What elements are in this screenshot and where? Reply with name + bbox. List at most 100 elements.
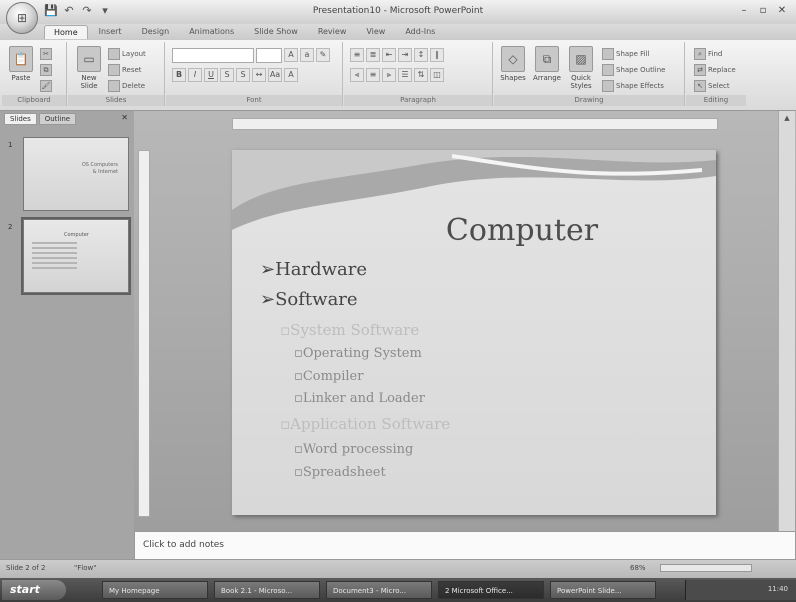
- square-bullet-icon: ▫: [294, 442, 303, 457]
- layout-button[interactable]: Layout: [108, 48, 146, 60]
- tab-view[interactable]: View: [357, 25, 394, 39]
- slide-number: 2: [8, 223, 13, 231]
- drawing-group: ◇ Shapes ⧉ Arrange ▨ Quick Styles Shape …: [494, 42, 685, 106]
- taskbar-item[interactable]: My Homepage: [102, 581, 208, 599]
- zoom-slider[interactable]: [660, 564, 752, 572]
- shape-effects-label: Shape Effects: [616, 82, 664, 90]
- tab-design[interactable]: Design: [133, 25, 179, 39]
- close-button[interactable]: ✕: [774, 4, 790, 18]
- ribbon-tabs: Home Insert Design Animations Slide Show…: [44, 25, 444, 39]
- smartart-icon[interactable]: ◫: [430, 68, 444, 82]
- list-buttons: ≡ ≣ ⇤ ⇥ ↕ ‖: [350, 48, 444, 62]
- font-color-icon[interactable]: A: [284, 68, 298, 82]
- italic-icon[interactable]: I: [188, 68, 202, 82]
- tab-slide-show[interactable]: Slide Show: [245, 25, 307, 39]
- thumbnail-subtitle: & Internet: [92, 169, 118, 175]
- taskbar-item[interactable]: PowerPoint Slide...: [550, 581, 656, 599]
- bullets-icon[interactable]: ≡: [350, 48, 364, 62]
- bullet-text: Hardware: [275, 259, 368, 280]
- select-button[interactable]: ↖ Select: [694, 80, 730, 92]
- strikethrough-icon[interactable]: S: [220, 68, 234, 82]
- maximize-button[interactable]: ▫: [755, 4, 771, 18]
- arrange-button[interactable]: ⧉ Arrange: [532, 46, 562, 82]
- cut-button[interactable]: ✂: [40, 48, 54, 60]
- notes-pane[interactable]: Click to add notes: [134, 531, 796, 561]
- grow-font-icon[interactable]: A: [284, 48, 298, 62]
- quick-styles-button[interactable]: ▨ Quick Styles: [566, 46, 596, 90]
- justify-icon[interactable]: ☰: [398, 68, 412, 82]
- char-spacing-icon[interactable]: ↔: [252, 68, 266, 82]
- clear-format-icon[interactable]: ✎: [316, 48, 330, 62]
- change-case-icon[interactable]: Aa: [268, 68, 282, 82]
- slide-thumbnail-1[interactable]: OS Computers & Internet: [23, 137, 129, 211]
- shape-effects-icon: [602, 80, 614, 92]
- align-right-icon[interactable]: ⫸: [382, 68, 396, 82]
- taskbar-item[interactable]: Book 2.1 - Microso...: [214, 581, 320, 599]
- zoom-level[interactable]: 68%: [630, 564, 646, 572]
- thumbnail-text: OS Computers & Internet: [82, 162, 118, 176]
- delete-icon: [108, 80, 120, 92]
- paste-icon: 📋: [9, 46, 33, 72]
- text-direction-icon[interactable]: ⇅: [414, 68, 428, 82]
- shapes-button[interactable]: ◇ Shapes: [498, 46, 528, 82]
- tab-review[interactable]: Review: [309, 25, 356, 39]
- bullet-linker-loader: ▫Linker and Loader: [294, 391, 425, 406]
- font-size-field[interactable]: [256, 48, 282, 63]
- shapes-label: Shapes: [500, 74, 526, 82]
- square-bullet-icon: ▫: [294, 369, 303, 384]
- close-panel-icon[interactable]: ✕: [121, 113, 128, 122]
- tab-outline[interactable]: Outline: [38, 113, 77, 125]
- shape-outline-icon: [602, 64, 614, 76]
- copy-button[interactable]: ⧉: [40, 64, 54, 76]
- format-painter-button[interactable]: 🖌: [40, 80, 54, 92]
- square-bullet-icon: ▫: [294, 465, 303, 480]
- vertical-scrollbar[interactable]: ▲: [778, 111, 795, 531]
- delete-slide-button[interactable]: Delete: [108, 80, 145, 92]
- underline-icon[interactable]: U: [204, 68, 218, 82]
- bullet-text: Linker and Loader: [302, 391, 425, 406]
- slides-group: ▭ New Slide Layout Reset Delete Slides: [68, 42, 165, 106]
- bullet-compiler: ▫Compiler: [294, 369, 363, 384]
- tab-home[interactable]: Home: [44, 25, 88, 39]
- paste-button[interactable]: 📋 Paste: [6, 46, 36, 82]
- tab-slides[interactable]: Slides: [4, 113, 37, 125]
- shape-fill-icon: [602, 48, 614, 60]
- shrink-font-icon[interactable]: a: [300, 48, 314, 62]
- layout-label: Layout: [122, 50, 146, 58]
- shape-outline-button[interactable]: Shape Outline: [602, 64, 665, 76]
- shape-effects-button[interactable]: Shape Effects: [602, 80, 664, 92]
- numbering-icon[interactable]: ≣: [366, 48, 380, 62]
- taskbar-item[interactable]: Document3 - Micro...: [326, 581, 432, 599]
- font-name-field[interactable]: [172, 48, 254, 63]
- minimize-button[interactable]: –: [736, 4, 752, 18]
- editing-group: ⌕ Find ⇄ Replace ↖ Select Editing: [686, 42, 746, 106]
- start-button[interactable]: start: [2, 580, 66, 600]
- select-label: Select: [708, 82, 730, 90]
- tab-insert[interactable]: Insert: [90, 25, 131, 39]
- increase-indent-icon[interactable]: ⇥: [398, 48, 412, 62]
- tab-add-ins[interactable]: Add-Ins: [396, 25, 444, 39]
- align-left-icon[interactable]: ⫷: [350, 68, 364, 82]
- shape-fill-button[interactable]: Shape Fill: [602, 48, 650, 60]
- find-button[interactable]: ⌕ Find: [694, 48, 722, 60]
- tab-animations[interactable]: Animations: [180, 25, 243, 39]
- quick-styles-icon: ▨: [569, 46, 593, 72]
- panel-tabs: Slides Outline: [4, 113, 77, 125]
- slide-thumbnail-2[interactable]: Computer: [21, 217, 131, 295]
- taskbar-item-active[interactable]: 2 Microsoft Office...: [438, 581, 544, 599]
- clock: 11:40: [767, 585, 788, 593]
- decrease-indent-icon[interactable]: ⇤: [382, 48, 396, 62]
- office-button[interactable]: ⊞: [6, 2, 38, 34]
- shadow-icon[interactable]: S: [236, 68, 250, 82]
- reset-button[interactable]: Reset: [108, 64, 142, 76]
- arrow-bullet-icon: ➢: [260, 289, 276, 310]
- columns-icon[interactable]: ‖: [430, 48, 444, 62]
- scroll-up-icon[interactable]: ▲: [779, 111, 795, 125]
- horizontal-ruler: [232, 118, 718, 130]
- new-slide-button[interactable]: ▭ New Slide: [74, 46, 104, 90]
- replace-button[interactable]: ⇄ Replace: [694, 64, 736, 76]
- bold-icon[interactable]: B: [172, 68, 186, 82]
- slide-canvas[interactable]: Computer ➢Hardware ➢Software ▫System Sof…: [232, 150, 716, 515]
- align-center-icon[interactable]: ≡: [366, 68, 380, 82]
- line-spacing-icon[interactable]: ↕: [414, 48, 428, 62]
